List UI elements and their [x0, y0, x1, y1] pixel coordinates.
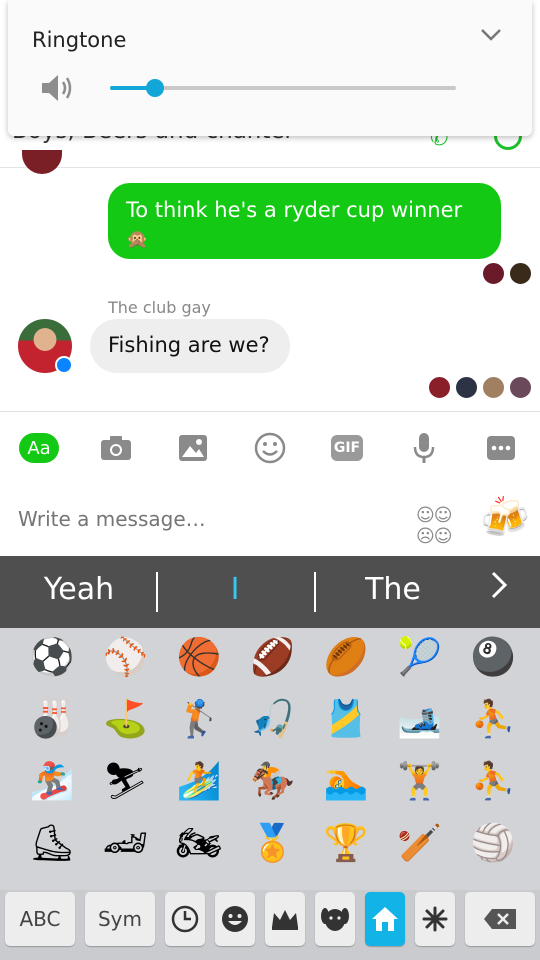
golfer-emoji[interactable]: 🏌: [171, 692, 227, 748]
volume-stream-title: Ringtone: [32, 28, 127, 52]
more-options-icon[interactable]: [482, 432, 520, 464]
rugby-ball-emoji[interactable]: 🏉: [318, 630, 374, 686]
running-shirt-emoji[interactable]: 🎽: [318, 692, 374, 748]
swimmer-emoji[interactable]: 🏊: [318, 754, 374, 810]
ski-boot-emoji[interactable]: 🎿: [392, 692, 448, 748]
emoji-reactions-icon[interactable]: ☺☺ ☹☺: [416, 505, 453, 547]
trophy-emoji[interactable]: 🏆: [318, 816, 374, 872]
beer-mugs-like-button-icon[interactable]: 🍻: [480, 494, 530, 541]
suggestion-3[interactable]: The: [318, 572, 468, 607]
person-bouncing-ball-emoji[interactable]: ⛹: [465, 692, 521, 748]
suggestion-2[interactable]: I: [160, 572, 310, 607]
symbols-category-asterisk-icon[interactable]: [415, 892, 455, 946]
recent-emoji-clock-icon[interactable]: [165, 892, 205, 946]
tennis-emoji[interactable]: 🎾: [392, 630, 448, 686]
message-text: Fishing are we?: [108, 333, 270, 357]
suggestion-1[interactable]: Yeah: [4, 572, 154, 607]
animal-category-icon[interactable]: [315, 892, 355, 946]
volume-slider-thumb[interactable]: [145, 79, 164, 97]
speak-no-evil-monkey-emoji: 🙊: [126, 229, 149, 250]
motorcycle-emoji[interactable]: 🏍: [171, 816, 227, 872]
volume-slider[interactable]: [110, 79, 456, 97]
bowling-emoji[interactable]: 🎳: [24, 692, 80, 748]
soccer-ball-emoji[interactable]: ⚽: [24, 630, 80, 686]
places-category-house-icon[interactable]: [365, 892, 405, 946]
sym-key[interactable]: Sym: [85, 892, 155, 946]
divider: [156, 572, 158, 612]
golf-flag-emoji[interactable]: ⛳: [98, 692, 154, 748]
seen-indicators: [482, 262, 532, 285]
outgoing-message-bubble[interactable]: To think he's a ryder cup winner 🙊: [108, 183, 501, 259]
person-bouncing-ball-emoji[interactable]: ⛹: [465, 754, 521, 810]
skier-emoji[interactable]: ⛷: [98, 754, 154, 810]
smiley-icon[interactable]: [251, 432, 289, 464]
seen-avatar: [455, 376, 478, 399]
crown-category-icon[interactable]: [265, 892, 305, 946]
backspace-key-icon[interactable]: [465, 892, 535, 946]
surfer-emoji[interactable]: 🏄: [171, 754, 227, 810]
keyboard-suggestion-bar: Yeah I The: [0, 556, 540, 628]
ice-skate-emoji[interactable]: ⛸: [24, 816, 80, 872]
seen-indicators: [428, 376, 532, 399]
speaker-icon[interactable]: [40, 72, 74, 104]
baseball-emoji[interactable]: ⚾: [98, 630, 154, 686]
divider: [0, 411, 540, 412]
emoji-grid: ⚽ ⚾ 🏀 🏈 🏉 🎾 🎱 🎳 ⛳ 🏌 🎣 🎽 🎿 ⛹ 🏂 ⛷ 🏄 🏇 🏊 🏋 ⛹ ⛸ 🏎 🏍 🏅 🏆 🏏 🏐: [0, 628, 540, 890]
fishing-emoji[interactable]: 🎣: [245, 692, 301, 748]
keyboard-bottom-row: ABC Sym: [0, 890, 540, 960]
seen-avatar: [482, 376, 505, 399]
seen-avatar: [509, 376, 532, 399]
text-style-button[interactable]: Aa: [19, 433, 59, 463]
snowboarder-emoji[interactable]: 🏂: [24, 754, 80, 810]
billiards-emoji[interactable]: 🎱: [465, 630, 521, 686]
american-football-emoji[interactable]: 🏈: [245, 630, 301, 686]
message-input[interactable]: [18, 507, 388, 531]
racing-car-emoji[interactable]: 🏎: [98, 816, 154, 872]
abc-key[interactable]: ABC: [5, 892, 75, 946]
chevron-right-icon[interactable]: [490, 570, 508, 608]
weight-lifter-emoji[interactable]: 🏋: [392, 754, 448, 810]
horse-racing-emoji[interactable]: 🏇: [245, 754, 301, 810]
gif-button[interactable]: GIF: [331, 435, 363, 461]
seen-avatar: [482, 262, 505, 285]
smileys-category-icon[interactable]: [215, 892, 255, 946]
seen-avatar: [509, 262, 532, 285]
divider: [314, 572, 316, 612]
chevron-down-icon[interactable]: [480, 26, 502, 47]
incoming-message-bubble[interactable]: Fishing are we?: [90, 319, 290, 373]
cricket-emoji[interactable]: 🏏: [392, 816, 448, 872]
volleyball-emoji[interactable]: 🏐: [465, 816, 521, 872]
camera-icon[interactable]: [97, 432, 135, 464]
basketball-emoji[interactable]: 🏀: [171, 630, 227, 686]
microphone-icon[interactable]: [405, 432, 443, 464]
message-text: To think he's a ryder cup winner: [126, 198, 463, 222]
messenger-badge-icon: [55, 356, 73, 374]
sports-medal-emoji[interactable]: 🏅: [245, 816, 301, 872]
seen-avatar: [428, 376, 451, 399]
sender-name: The club gay: [108, 298, 211, 317]
volume-panel: Ringtone: [8, 0, 532, 136]
image-icon[interactable]: [174, 432, 212, 464]
